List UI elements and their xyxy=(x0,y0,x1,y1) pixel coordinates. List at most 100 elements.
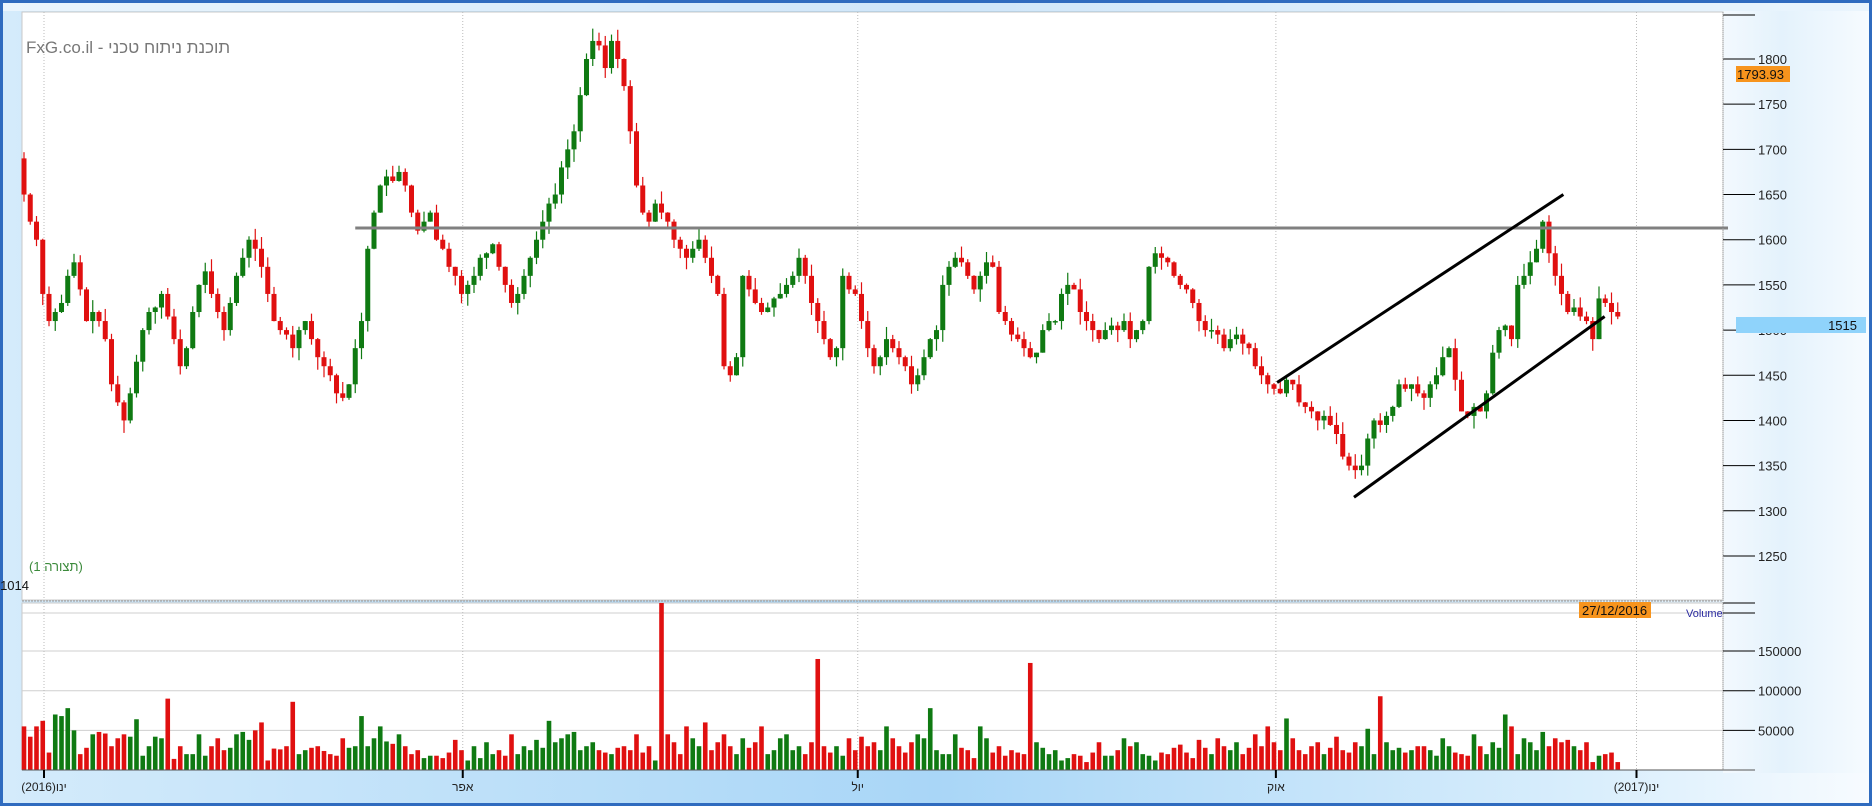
candle-up xyxy=(740,275,746,358)
candle-up xyxy=(296,330,302,349)
volume-bar xyxy=(1077,755,1083,770)
candle-down xyxy=(502,266,508,285)
candle-up xyxy=(184,348,189,367)
date-tick-label: אוק xyxy=(1267,780,1285,794)
volume-bar xyxy=(390,743,396,770)
candle-down xyxy=(96,312,102,322)
volume-bar xyxy=(459,750,464,770)
candle-down xyxy=(709,257,714,276)
volume-bar xyxy=(1534,750,1539,770)
candle-up xyxy=(552,194,558,204)
candle-up xyxy=(690,248,696,258)
volume-bar xyxy=(1590,762,1596,770)
volume-bar xyxy=(1321,754,1327,770)
price-tick-label: 1250 xyxy=(1758,549,1787,564)
candle-down xyxy=(1159,253,1164,258)
candle-down xyxy=(1615,312,1621,317)
volume-bar xyxy=(121,734,127,770)
volume-bar xyxy=(577,750,583,770)
candle-down xyxy=(759,302,764,313)
price-tick-label: 1750 xyxy=(1758,97,1787,112)
candle-up xyxy=(134,361,139,394)
candle-down xyxy=(21,158,27,195)
volume-bar xyxy=(602,752,608,770)
candle-up xyxy=(384,176,389,186)
candle-up xyxy=(784,284,789,294)
volume-bar xyxy=(927,708,933,770)
candlestick-chart[interactable]: 1800175017001650160015501500145014001350… xyxy=(0,0,1872,806)
volume-bar xyxy=(215,738,221,770)
volume-bar xyxy=(471,746,477,770)
candle-down xyxy=(215,293,221,313)
candle-down xyxy=(1115,325,1121,331)
candle-up xyxy=(146,312,152,331)
date-tick-label: ינו(2016) xyxy=(21,780,67,794)
candle-down xyxy=(209,271,214,294)
volume-bar xyxy=(765,754,771,770)
candle-down xyxy=(409,185,414,213)
volume-bar xyxy=(1365,728,1371,770)
volume-bar xyxy=(846,738,852,770)
volume-bar xyxy=(827,752,833,770)
candle-down xyxy=(1027,348,1033,358)
volume-bar xyxy=(177,746,183,770)
candle-down xyxy=(446,248,452,267)
volume-bar xyxy=(877,750,883,770)
candle-down xyxy=(815,302,821,322)
volume-bar xyxy=(502,755,508,770)
volume-bar xyxy=(1484,754,1489,770)
candle-down xyxy=(1171,262,1177,276)
volume-bar xyxy=(109,746,114,770)
volume-bar xyxy=(521,746,527,770)
candle-down xyxy=(659,203,664,213)
candle-up xyxy=(1434,375,1439,385)
price-tick-label: 1450 xyxy=(1758,368,1787,383)
candle-down xyxy=(284,330,289,335)
volume-bar xyxy=(1265,726,1271,770)
candle-down xyxy=(721,293,727,367)
volume-bar xyxy=(540,747,546,770)
volume-bar xyxy=(1577,750,1583,770)
volume-bar xyxy=(1459,754,1464,770)
candle-up xyxy=(477,257,483,276)
volume-bar xyxy=(190,754,196,770)
volume-bar xyxy=(184,754,189,770)
candle-up xyxy=(196,284,202,313)
candle-down xyxy=(1090,321,1096,331)
volume-bar xyxy=(352,746,358,770)
volume-bar xyxy=(1546,746,1552,770)
candle-down xyxy=(115,384,121,403)
volume-bar xyxy=(465,760,471,770)
volume-bar xyxy=(1084,762,1089,770)
volume-bar xyxy=(1221,746,1227,770)
candle-up xyxy=(240,257,246,276)
volume-bar xyxy=(896,746,902,770)
candle-down xyxy=(271,293,277,322)
config-caption: (תצורה 1) xyxy=(29,559,83,574)
candle-down xyxy=(1327,415,1333,425)
volume-bar xyxy=(309,747,314,770)
volume-bar xyxy=(1296,750,1302,770)
candle-up xyxy=(359,321,364,349)
candle-up xyxy=(202,271,208,285)
volume-bar xyxy=(165,698,171,770)
candle-down xyxy=(221,312,227,331)
volume-bar xyxy=(1052,750,1058,770)
volume-bar xyxy=(1215,738,1221,770)
candle-up xyxy=(1502,325,1508,331)
volume-bar xyxy=(1471,734,1477,770)
volume-bar xyxy=(1446,746,1452,770)
candle-up xyxy=(984,262,989,276)
volume-bar xyxy=(1246,747,1252,770)
candle-down xyxy=(1577,307,1583,317)
volume-bar xyxy=(134,719,139,770)
volume-bar xyxy=(1002,755,1008,770)
volume-bar xyxy=(327,754,333,770)
volume-bar xyxy=(796,746,802,770)
candle-down xyxy=(1215,330,1221,335)
volume-bar xyxy=(1059,760,1064,770)
volume-bar xyxy=(752,742,758,770)
price-tick-label: 1550 xyxy=(1758,278,1787,293)
candle-up xyxy=(771,298,777,308)
candle-up xyxy=(190,312,196,349)
